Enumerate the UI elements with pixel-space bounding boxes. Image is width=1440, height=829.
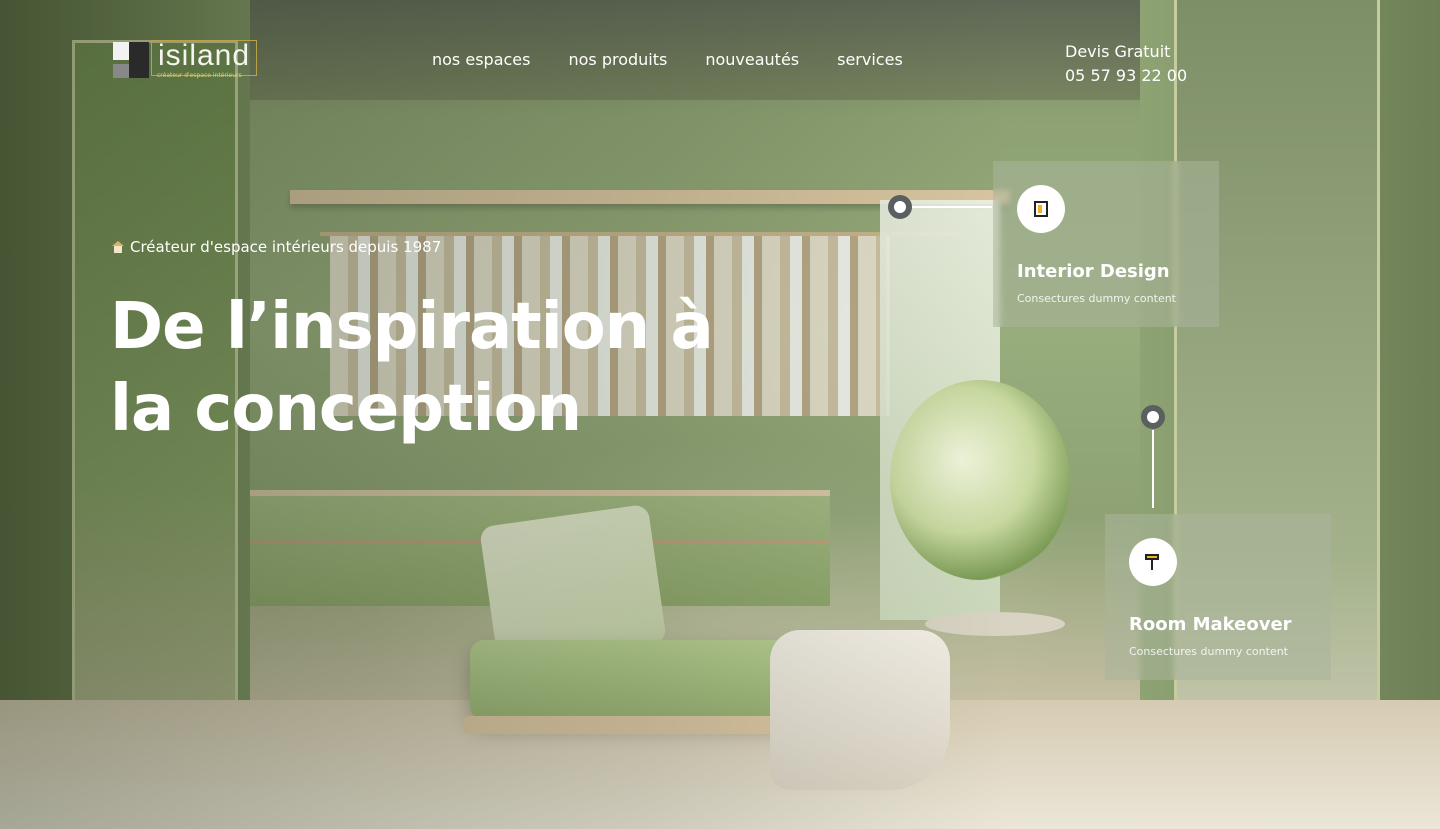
nav-item-nouveautes[interactable]: nouveautés <box>705 50 799 69</box>
feature-card-interior-design[interactable]: Interior Design Consectures dummy conten… <box>993 161 1219 327</box>
hero-title-line1: De l’inspiration à <box>110 290 714 364</box>
card-subtitle: Consectures dummy content <box>1017 292 1176 305</box>
hotspot-pin-interior-design[interactable] <box>888 195 912 219</box>
card-subtitle: Consectures dummy content <box>1129 645 1288 658</box>
logo-wordmark: isiland <box>151 40 258 76</box>
hero-title: De l’inspiration à la conception <box>110 286 730 450</box>
connector-line <box>1152 430 1154 508</box>
main-nav: nos espaces nos produits nouveautés serv… <box>432 50 903 69</box>
hero-tagline-text: Créateur d'espace intérieurs depuis 1987 <box>130 238 442 256</box>
hotspot-pin-room-makeover[interactable] <box>1141 405 1165 429</box>
logo-tagline: créateur d'espace intérieurs <box>157 72 242 79</box>
contact-block: Devis Gratuit 05 57 93 22 00 <box>1065 40 1187 88</box>
quote-link[interactable]: Devis Gratuit <box>1065 40 1187 64</box>
logo-mark-icon <box>113 42 149 78</box>
hero-title-line2: la conception <box>110 372 582 446</box>
connector-line <box>912 206 992 208</box>
nav-item-services[interactable]: services <box>837 50 903 69</box>
feature-card-room-makeover[interactable]: Room Makeover Consectures dummy content <box>1105 514 1331 680</box>
hero-tagline: Créateur d'espace intérieurs depuis 1987 <box>112 238 441 256</box>
nav-item-nos-produits[interactable]: nos produits <box>568 50 667 69</box>
phone-number[interactable]: 05 57 93 22 00 <box>1065 64 1187 88</box>
house-icon <box>112 241 124 253</box>
logo[interactable]: isiland créateur d'espace intérieurs <box>113 40 283 80</box>
paint-roller-icon <box>1129 538 1177 586</box>
card-title: Interior Design <box>1017 261 1170 282</box>
nav-item-nos-espaces[interactable]: nos espaces <box>432 50 530 69</box>
card-title: Room Makeover <box>1129 614 1292 635</box>
frame-icon <box>1017 185 1065 233</box>
